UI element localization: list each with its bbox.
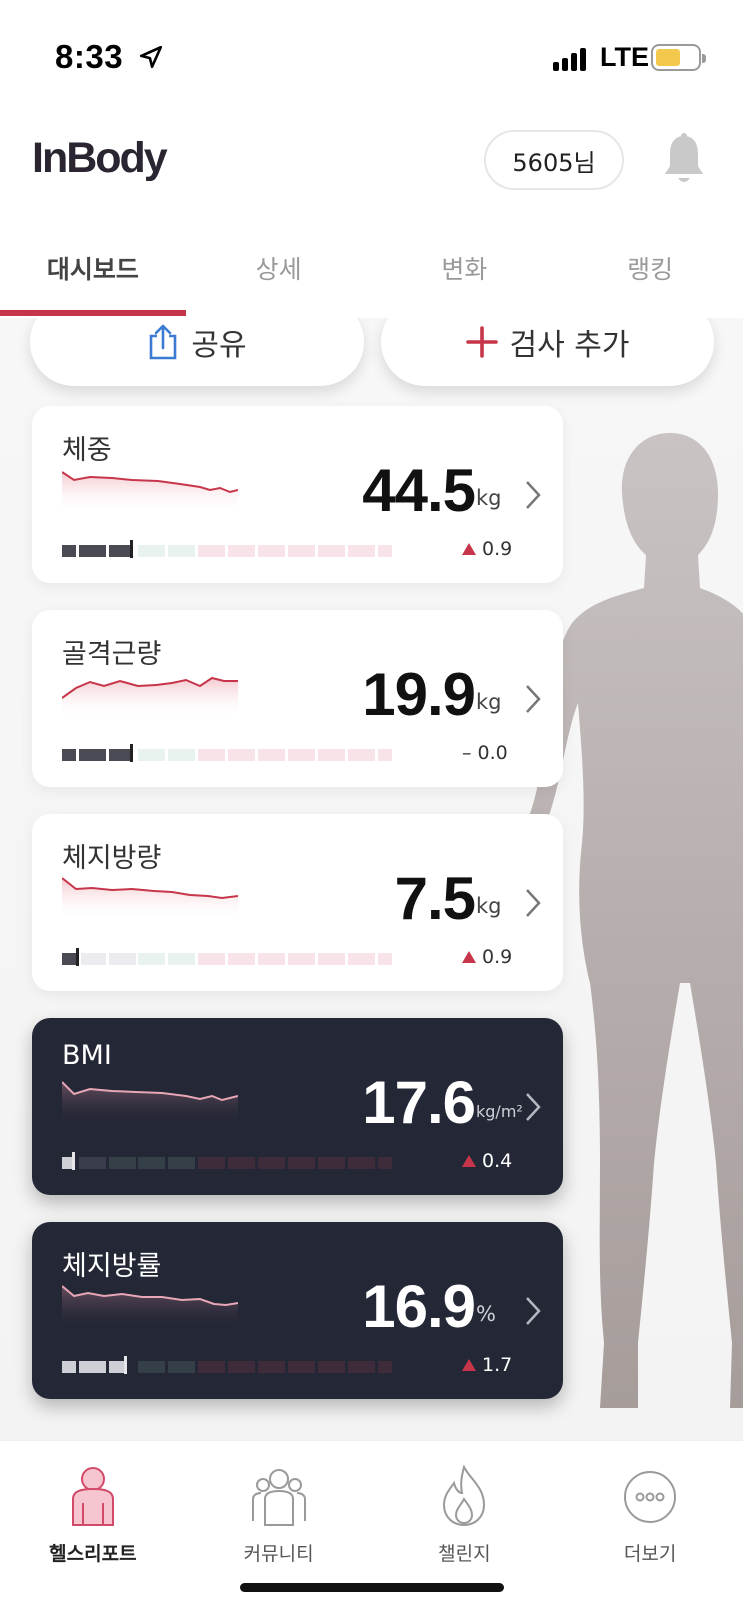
metric-unit: kg xyxy=(476,486,502,510)
metric-delta: 0.9 xyxy=(462,538,512,560)
metric-delta: 0.4 xyxy=(462,1150,512,1172)
tab-detail[interactable]: 상세 xyxy=(186,228,372,318)
community-icon xyxy=(251,1469,306,1526)
metric-card-skeletal-muscle[interactable]: 골격근량 19.9 kg – 0.0 xyxy=(32,610,563,787)
muscle-range-gauge xyxy=(62,744,392,762)
signal-icon xyxy=(553,47,586,71)
chevron-right-icon xyxy=(526,685,541,713)
metric-delta-value: 0.9 xyxy=(482,538,513,560)
metric-delta: – 0.0 xyxy=(462,742,508,764)
home-indicator[interactable] xyxy=(240,1583,504,1592)
chevron-right-icon xyxy=(526,889,541,917)
metric-delta-value: 0.9 xyxy=(482,946,513,968)
metric-title: 골격근량 xyxy=(62,639,162,670)
fat-percent-range-gauge xyxy=(62,1356,392,1374)
metric-delta-value: 0.4 xyxy=(482,1150,513,1172)
up-triangle-icon xyxy=(462,1359,476,1371)
health-report-icon xyxy=(71,1467,114,1526)
more-icon xyxy=(624,1471,677,1523)
flame-icon xyxy=(443,1465,486,1527)
metric-title: 체지방량 xyxy=(62,843,162,874)
app-logo: InBody xyxy=(32,134,168,182)
metric-unit: kg/m² xyxy=(476,1102,523,1121)
status-time: 8:33 xyxy=(55,38,124,75)
bmi-trend-sparkline xyxy=(62,1081,238,1126)
status-bar: 8:33 LTE xyxy=(0,0,743,118)
fat-mass-range-gauge xyxy=(62,948,392,966)
active-tab-indicator xyxy=(0,310,186,316)
add-test-label: 검사 추가 xyxy=(509,328,630,363)
metric-card-body-fat-percent[interactable]: 체지방률 16.9 % 1.7 xyxy=(32,1222,563,1399)
metric-value: 7.5 xyxy=(394,865,476,932)
metric-delta: 1.7 xyxy=(462,1354,512,1376)
up-triangle-icon xyxy=(462,1155,476,1167)
tab-ranking[interactable]: 랭킹 xyxy=(557,228,743,318)
fat-mass-trend-sparkline xyxy=(62,877,238,922)
network-label: LTE xyxy=(600,42,649,72)
fat-percent-trend-sparkline xyxy=(62,1285,238,1330)
nav-label: 헬스리포트 xyxy=(49,1543,137,1565)
metric-value: 16.9 xyxy=(362,1273,476,1340)
metric-unit: kg xyxy=(476,690,502,714)
tab-bar: 대시보드 상세 변화 랭킹 xyxy=(0,228,743,318)
chevron-right-icon xyxy=(526,481,541,509)
dashboard-content[interactable]: 공유 검사 추가 체중 44.5 kg 0.9 골격근량 19.9 kg – 0… xyxy=(0,318,743,1440)
battery-icon xyxy=(651,44,706,71)
plus-icon xyxy=(465,326,498,358)
metric-title: BMI xyxy=(62,1040,112,1071)
share-button[interactable]: 공유 xyxy=(30,318,364,386)
metric-value: 17.6 xyxy=(362,1069,476,1136)
tab-dashboard[interactable]: 대시보드 xyxy=(0,228,186,318)
weight-range-gauge xyxy=(62,540,392,558)
add-test-button[interactable]: 검사 추가 xyxy=(381,318,714,386)
bell-icon[interactable] xyxy=(661,132,707,188)
tab-change[interactable]: 변화 xyxy=(372,228,558,318)
metric-title: 체중 xyxy=(62,435,112,466)
metric-unit: % xyxy=(476,1302,496,1326)
metric-card-weight[interactable]: 체중 44.5 kg 0.9 xyxy=(32,406,563,583)
bmi-range-gauge xyxy=(62,1152,392,1170)
metric-title: 체지방률 xyxy=(62,1251,162,1282)
nav-more[interactable]: 더보기 xyxy=(557,1441,743,1609)
nav-health-report[interactable]: 헬스리포트 xyxy=(0,1441,186,1609)
location-arrow-icon xyxy=(139,45,163,69)
metric-value: 44.5 xyxy=(362,457,476,524)
metric-delta: 0.9 xyxy=(462,946,512,968)
share-icon xyxy=(150,324,177,360)
metric-card-body-fat-mass[interactable]: 체지방량 7.5 kg 0.9 xyxy=(32,814,563,991)
up-triangle-icon xyxy=(462,543,476,555)
metric-delta-value: – 0.0 xyxy=(462,742,508,764)
chevron-right-icon xyxy=(526,1297,541,1325)
metric-value: 19.9 xyxy=(362,661,476,728)
up-triangle-icon xyxy=(462,951,476,963)
metric-delta-value: 1.7 xyxy=(482,1354,513,1376)
metric-unit: kg xyxy=(476,894,502,918)
nav-label: 커뮤니티 xyxy=(243,1543,314,1565)
chevron-right-icon xyxy=(526,1093,541,1121)
app-header: InBody 5605님 xyxy=(0,118,743,218)
muscle-trend-sparkline xyxy=(62,676,238,718)
nav-label: 챌린지 xyxy=(438,1543,491,1565)
user-name-pill[interactable]: 5605님 xyxy=(484,130,624,190)
metric-card-bmi[interactable]: BMI 17.6 kg/m² 0.4 xyxy=(32,1018,563,1195)
share-label: 공유 xyxy=(191,328,247,363)
nav-label: 더보기 xyxy=(623,1543,677,1565)
weight-trend-sparkline xyxy=(62,471,238,514)
